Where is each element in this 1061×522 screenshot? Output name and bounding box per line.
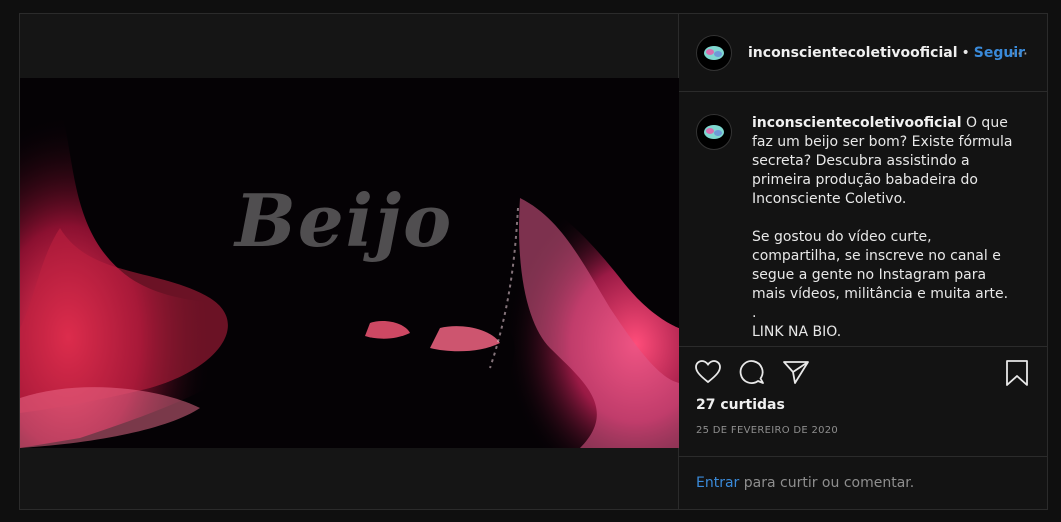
like-count[interactable]: 27 curtidas [679,397,1047,419]
more-options-icon[interactable]: ··· [1011,44,1029,63]
image-title: Beijo [235,178,454,263]
username-link[interactable]: inconscientecoletivooficial [748,45,958,61]
heart-icon[interactable] [695,358,723,386]
comment-icon[interactable] [739,358,767,386]
action-bar [679,347,1047,397]
image-artwork [20,78,679,448]
caption-body: O que faz um beijo ser bom? Existe fórmu… [752,115,1013,340]
post-header: inconscientecoletivooficial • Seguir ··· [679,14,1047,92]
post-modal: Beijo inconscientecoletivooficial • Segu… [19,13,1048,510]
post-sidebar: inconscientecoletivooficial • Seguir ···… [679,14,1047,509]
brain-icon [704,125,724,139]
caption-text: inconscientecoletivooficial O que faz um… [752,114,1018,346]
caption-username[interactable]: inconscientecoletivooficial [752,115,962,131]
comment-prompt: para curtir ou comentar. [739,475,915,491]
caption-avatar[interactable] [696,114,732,150]
post-date: 25 DE FEVEREIRO DE 2020 [696,425,839,436]
caption-section: inconscientecoletivooficial O que faz um… [679,92,1047,347]
login-link[interactable]: Entrar [696,475,739,491]
brain-icon [704,45,724,60]
post-media: Beijo [20,14,679,509]
comment-bar: Entrar para curtir ou comentar. [679,456,1047,509]
separator-dot: • [961,44,970,61]
bookmark-icon[interactable] [1005,359,1033,387]
avatar[interactable] [696,34,732,71]
paper-plane-icon[interactable] [783,358,811,386]
post-image[interactable]: Beijo [20,78,679,448]
